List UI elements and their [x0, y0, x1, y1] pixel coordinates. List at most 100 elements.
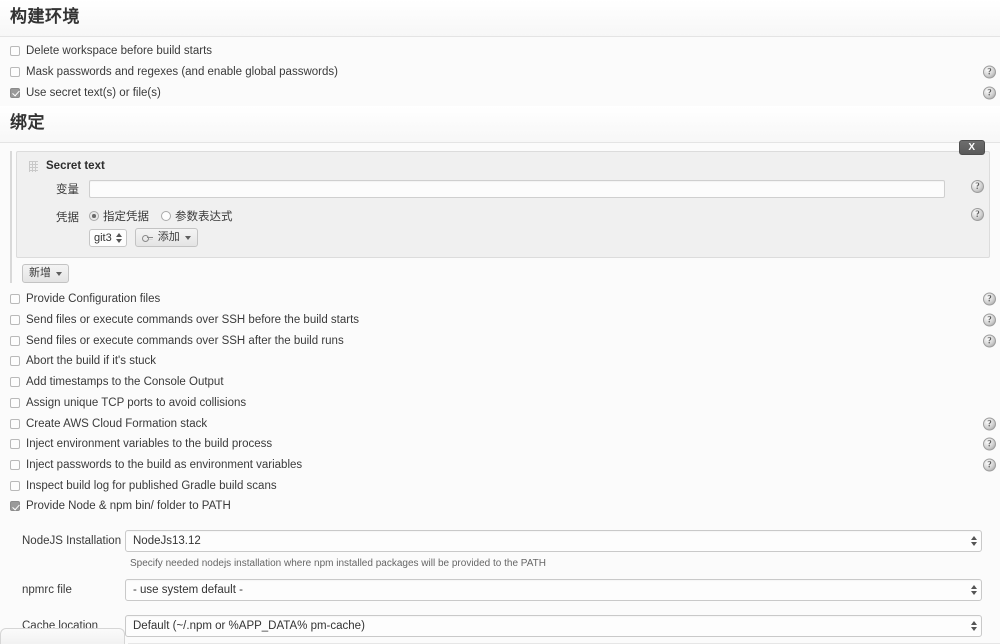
- option-row-mask-passwords[interactable]: Mask passwords and regexes (and enable g…: [0, 62, 1000, 83]
- build-environment-page: 构建环境 Delete workspace before build start…: [0, 0, 1000, 644]
- option-label-add-timestamps: Add timestamps to the Console Output: [26, 375, 224, 389]
- checkbox-add-timestamps[interactable]: [10, 377, 20, 387]
- delete-binding-button[interactable]: X: [959, 140, 985, 155]
- checkbox-aws-cloud-formation[interactable]: [10, 419, 20, 429]
- add-binding-label: 新增: [29, 265, 51, 282]
- option-label-inject-env-variables: Inject environment variables to the buil…: [26, 437, 272, 451]
- option-row-aws-cloud-formation[interactable]: Create AWS Cloud Formation stack ?: [0, 413, 1000, 434]
- credential-select[interactable]: git3: [89, 229, 127, 247]
- option-label-aws-cloud-formation: Create AWS Cloud Formation stack: [26, 417, 207, 431]
- add-binding-wrapper: 新增: [16, 258, 990, 283]
- checkbox-provide-node-npm[interactable]: [10, 501, 20, 511]
- help-icon[interactable]: ?: [983, 314, 996, 327]
- option-row-assign-tcp-ports[interactable]: Assign unique TCP ports to avoid collisi…: [0, 393, 1000, 414]
- nodejs-installation-label: NodeJS Installation: [0, 535, 125, 547]
- checkbox-abort-if-stuck[interactable]: [10, 356, 20, 366]
- section-title-bindings: 绑定: [10, 111, 1000, 135]
- npmrc-file-value: - use system default -: [133, 584, 243, 596]
- binding-repeatable-container: X Secret text 变量 ? 凭据 指定凭据: [10, 151, 990, 283]
- checkbox-mask-passwords[interactable]: [10, 67, 20, 77]
- help-icon[interactable]: ?: [971, 208, 984, 221]
- radio-parameter-expression[interactable]: [161, 211, 171, 221]
- help-icon[interactable]: ?: [971, 180, 984, 193]
- nodejs-configuration-block: NodeJS Installation NodeJs13.12 Specify …: [0, 520, 1000, 641]
- secret-text-panel: X Secret text 变量 ? 凭据 指定凭据: [16, 151, 990, 258]
- help-icon[interactable]: ?: [983, 293, 996, 306]
- bindings-area: X Secret text 变量 ? 凭据 指定凭据: [0, 143, 1000, 283]
- credentials-field-label: 凭据: [17, 208, 89, 228]
- option-label-ssh-before-build: Send files or execute commands over SSH …: [26, 313, 359, 327]
- option-row-provide-node-npm[interactable]: Provide Node & npm bin/ folder to PATH: [0, 496, 1000, 517]
- section-header-build-environment: 构建环境: [0, 0, 1000, 37]
- credential-select-value: git3: [94, 232, 112, 244]
- checkbox-ssh-after-build[interactable]: [10, 336, 20, 346]
- bottom-tab[interactable]: [0, 628, 125, 644]
- checkbox-inject-env-variables[interactable]: [10, 439, 20, 449]
- option-label-provide-node-npm: Provide Node & npm bin/ folder to PATH: [26, 499, 231, 513]
- stepper-icon: [971, 620, 978, 632]
- option-label-ssh-after-build: Send files or execute commands over SSH …: [26, 334, 344, 348]
- checkbox-gradle-build-scans[interactable]: [10, 481, 20, 491]
- option-label-assign-tcp-ports: Assign unique TCP ports to avoid collisi…: [26, 396, 246, 410]
- nodejs-installation-value: NodeJs13.12: [133, 535, 201, 547]
- checkbox-ssh-before-build[interactable]: [10, 315, 20, 325]
- option-row-abort-if-stuck[interactable]: Abort the build if it's stuck: [0, 351, 1000, 372]
- option-label-inject-passwords: Inject passwords to the build as environ…: [26, 458, 302, 472]
- stepper-icon: [971, 535, 978, 547]
- nodejs-installation-select[interactable]: NodeJs13.12: [125, 530, 982, 552]
- build-environment-option-list: Delete workspace before build starts Mas…: [0, 37, 1000, 106]
- option-row-gradle-build-scans[interactable]: Inspect build log for published Gradle b…: [0, 475, 1000, 496]
- stepper-icon: [116, 232, 123, 244]
- npmrc-file-row: npmrc file - use system default -: [0, 575, 1000, 605]
- option-label-abort-if-stuck: Abort the build if it's stuck: [26, 354, 156, 368]
- cache-location-value: Default (~/.npm or %APP_DATA% pm-cache): [133, 620, 365, 632]
- option-label-delete-workspace: Delete workspace before build starts: [26, 44, 212, 58]
- checkbox-provide-configuration-files[interactable]: [10, 294, 20, 304]
- help-icon[interactable]: ?: [983, 417, 996, 430]
- stepper-icon: [971, 584, 978, 596]
- help-icon[interactable]: ?: [983, 86, 996, 99]
- secret-text-panel-title: Secret text: [46, 160, 105, 172]
- option-row-provide-configuration-files[interactable]: Provide Configuration files ?: [0, 289, 1000, 310]
- option-row-inject-env-variables[interactable]: Inject environment variables to the buil…: [0, 434, 1000, 455]
- checkbox-delete-workspace[interactable]: [10, 46, 20, 56]
- checkbox-inject-passwords[interactable]: [10, 460, 20, 470]
- option-label-use-secret-text: Use secret text(s) or file(s): [26, 86, 161, 100]
- section-header-bindings: 绑定: [0, 106, 1000, 143]
- option-row-add-timestamps[interactable]: Add timestamps to the Console Output: [0, 372, 1000, 393]
- variable-field-label: 变量: [17, 180, 89, 200]
- chevron-down-icon: [185, 236, 191, 240]
- npmrc-file-select[interactable]: - use system default -: [125, 579, 982, 601]
- credentials-field-row: 凭据 指定凭据 参数表达式 git3: [17, 206, 989, 247]
- option-row-use-secret-text[interactable]: Use secret text(s) or file(s) ?: [0, 82, 1000, 103]
- add-credentials-label: 添加: [158, 229, 180, 246]
- npmrc-file-label: npmrc file: [0, 584, 125, 596]
- nodejs-installation-row: NodeJS Installation NodeJs13.12: [0, 526, 1000, 556]
- checkbox-use-secret-text[interactable]: [10, 88, 20, 98]
- drag-handle-icon[interactable]: [29, 161, 38, 172]
- key-icon: [142, 235, 153, 241]
- add-credentials-button[interactable]: 添加: [135, 228, 198, 247]
- option-row-ssh-after-build[interactable]: Send files or execute commands over SSH …: [0, 330, 1000, 351]
- option-label-provide-configuration-files: Provide Configuration files: [26, 292, 160, 306]
- help-icon[interactable]: ?: [983, 66, 996, 79]
- radio-specific-credentials[interactable]: [89, 211, 99, 221]
- help-icon[interactable]: ?: [983, 438, 996, 451]
- option-label-mask-passwords: Mask passwords and regexes (and enable g…: [26, 65, 338, 79]
- chevron-down-icon: [56, 272, 62, 276]
- help-icon[interactable]: ?: [983, 458, 996, 471]
- variable-input[interactable]: [89, 180, 945, 198]
- help-icon[interactable]: ?: [983, 334, 996, 347]
- cache-location-row: Cache location Default (~/.npm or %APP_D…: [0, 611, 1000, 641]
- option-row-inject-passwords[interactable]: Inject passwords to the build as environ…: [0, 455, 1000, 476]
- option-label-gradle-build-scans: Inspect build log for published Gradle b…: [26, 479, 277, 493]
- add-binding-button[interactable]: 新增: [22, 264, 69, 283]
- credentials-control-line: git3 添加: [89, 228, 971, 247]
- checkbox-assign-tcp-ports[interactable]: [10, 398, 20, 408]
- cache-location-select[interactable]: Default (~/.npm or %APP_DATA% pm-cache): [125, 615, 982, 637]
- variable-field-row: 变量 ?: [17, 178, 989, 200]
- radio-label-specific-credentials: 指定凭据: [103, 208, 149, 224]
- option-row-delete-workspace[interactable]: Delete workspace before build starts: [0, 41, 1000, 62]
- section-title-build-environment: 构建环境: [10, 5, 1000, 29]
- option-row-ssh-before-build[interactable]: Send files or execute commands over SSH …: [0, 310, 1000, 331]
